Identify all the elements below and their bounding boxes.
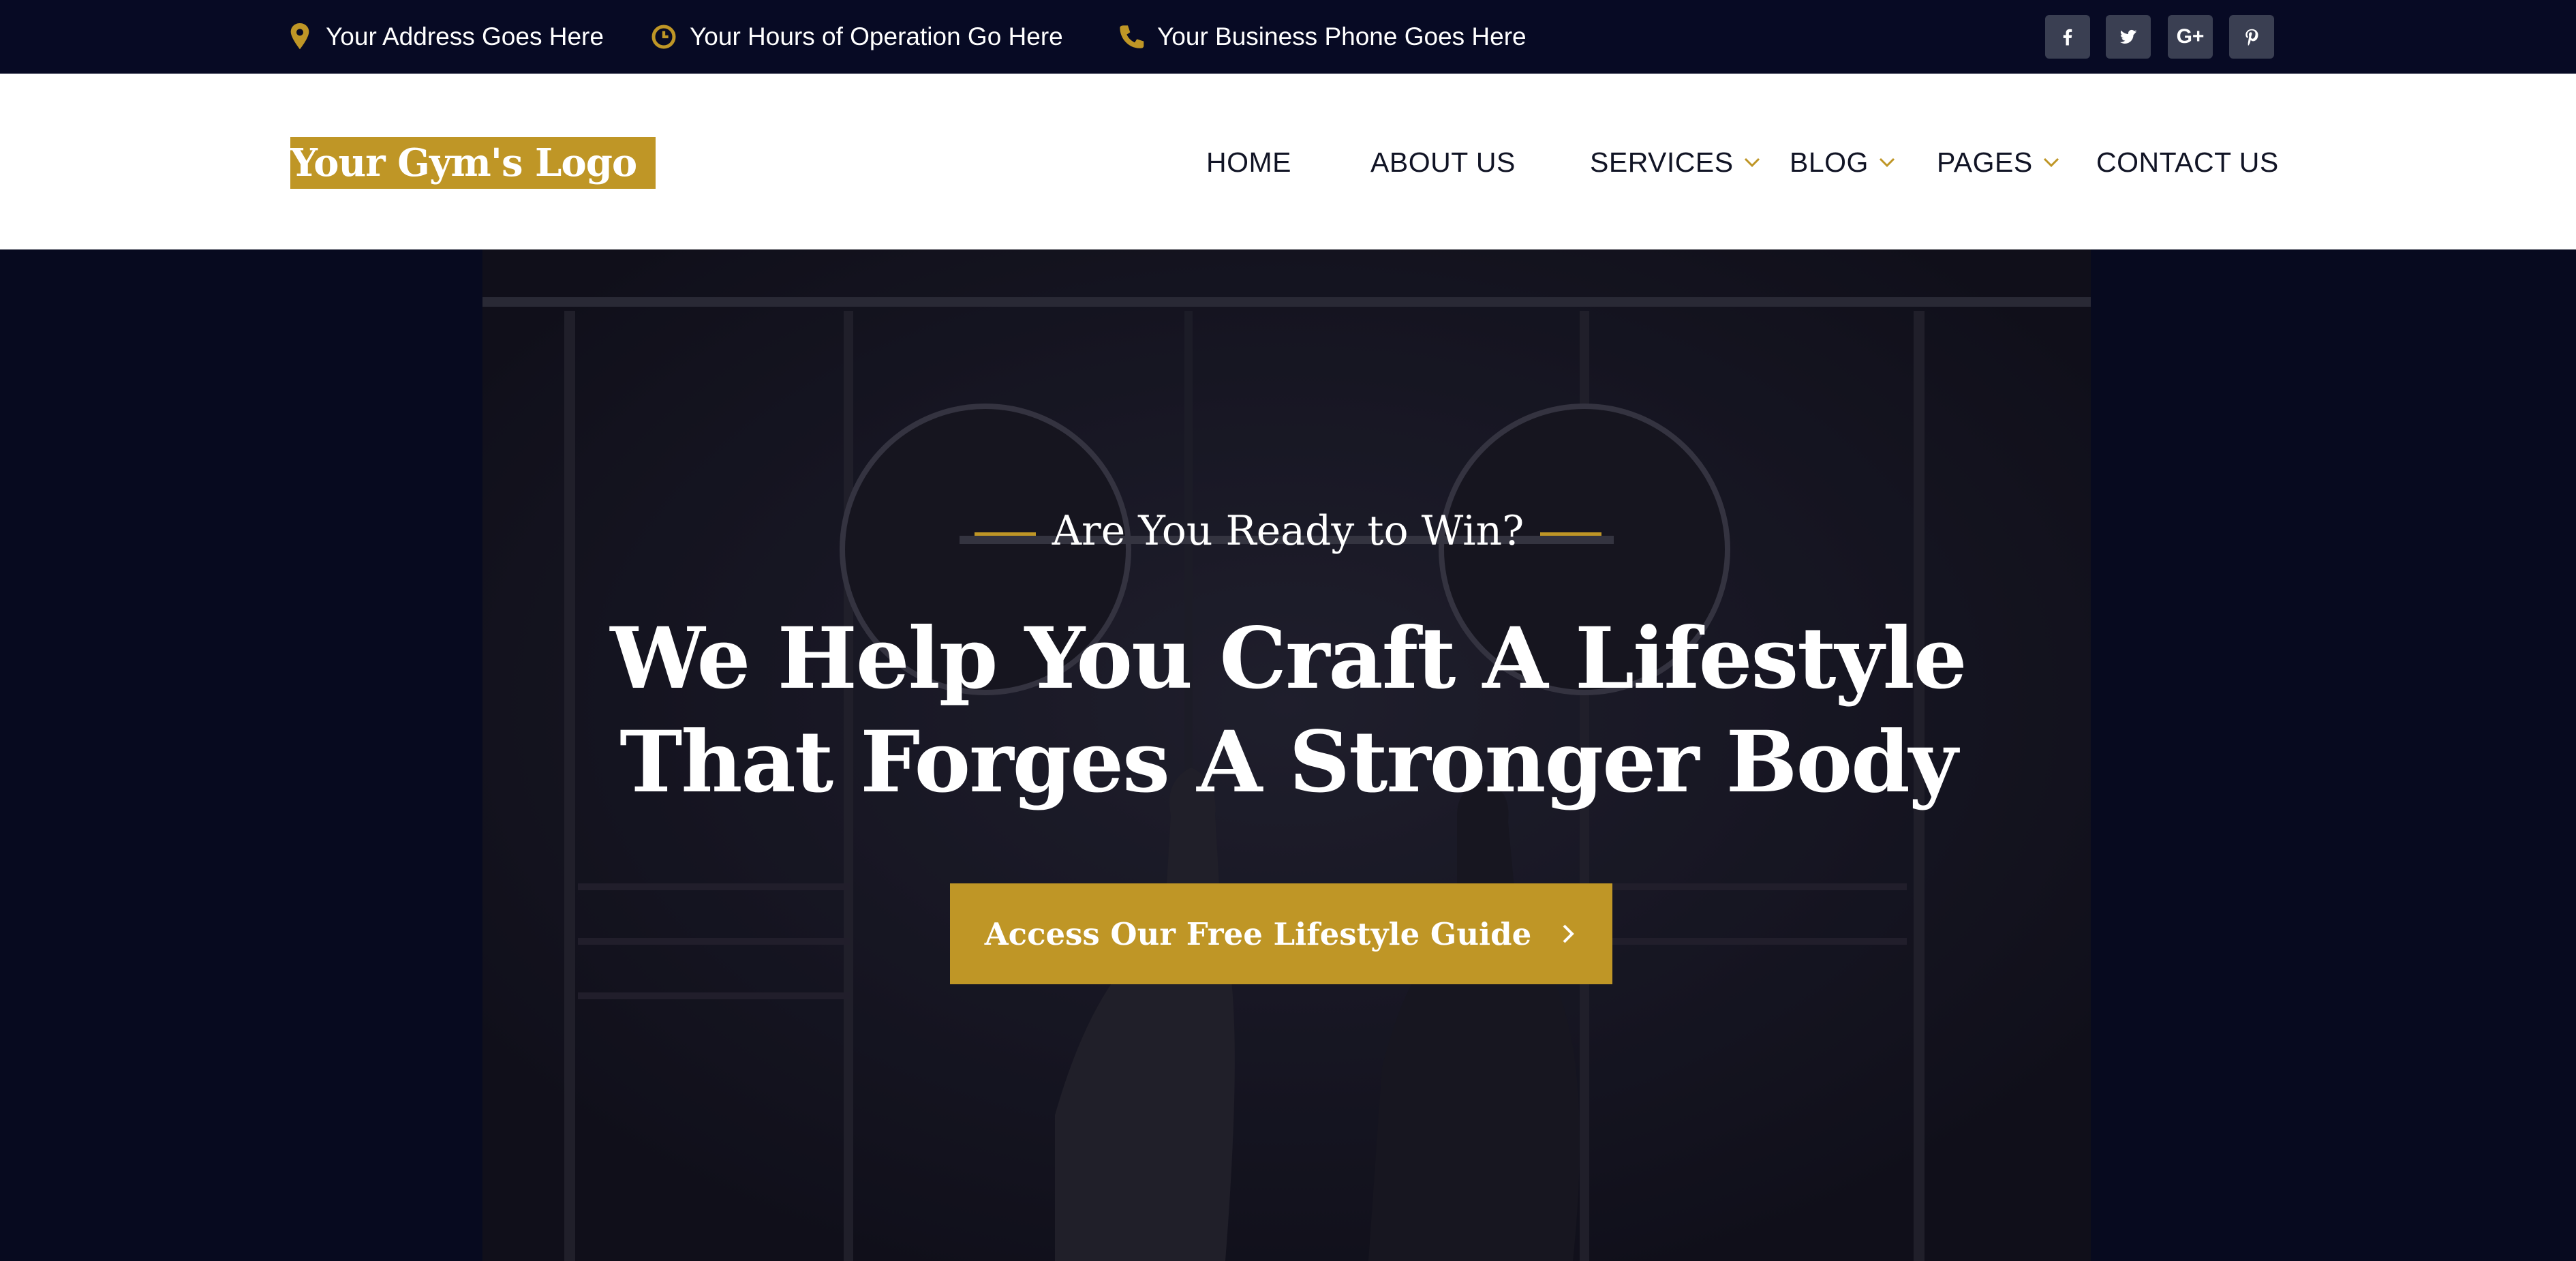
clock-icon	[651, 25, 676, 49]
hero-section: Are You Ready to Win? We Help You Craft …	[0, 249, 2576, 1261]
chevron-right-icon	[1563, 924, 1575, 943]
chevron-down-icon	[1744, 157, 1760, 168]
nav-home[interactable]: HOME	[1206, 142, 1291, 183]
nav-pages-label: PAGES	[1937, 146, 2033, 178]
nav-contact-us[interactable]: CONTACT US	[2096, 142, 2279, 183]
headline-line-1: We Help You Craft A Lifestyle	[610, 609, 1967, 708]
hours-info: Your Hours of Operation Go Here	[650, 0, 1063, 74]
main-header: Your Gym's Logo HOME ABOUT US SERVICES B…	[0, 74, 2576, 249]
headline-line-2: That Forges A Stronger Body	[619, 713, 1958, 812]
phone-text: Your Business Phone Goes Here	[1157, 22, 1527, 50]
site-logo[interactable]: Your Gym's Logo	[290, 137, 656, 189]
pinterest-icon	[2245, 29, 2258, 46]
google-plus-link[interactable]: G+	[2168, 15, 2213, 59]
hero-eyebrow: Are You Ready to Win?	[0, 507, 2576, 555]
twitter-link[interactable]	[2106, 15, 2151, 59]
eyebrow-line-right	[1540, 532, 1602, 536]
nav-blog-label: BLOG	[1790, 146, 1869, 178]
phone-icon	[1120, 25, 1144, 48]
twitter-icon	[2120, 29, 2137, 44]
nav-services-label: SERVICES	[1590, 146, 1734, 178]
chevron-down-icon	[1879, 157, 1895, 168]
phone-info: Your Business Phone Goes Here	[1118, 0, 1527, 74]
nav-blog[interactable]: BLOG	[1790, 142, 1896, 183]
eyebrow-text: Are You Ready to Win?	[1052, 507, 1524, 555]
chevron-down-icon	[2043, 157, 2059, 168]
nav-services[interactable]: SERVICES	[1590, 142, 1761, 183]
address-text: Your Address Goes Here	[326, 22, 604, 50]
nav-contact-label: CONTACT US	[2096, 146, 2279, 178]
google-plus-icon: G+	[2176, 25, 2205, 48]
hero-headline: We Help You Craft A Lifestyle That Forge…	[0, 607, 2576, 815]
free-guide-button[interactable]: Access Our Free Lifestyle Guide	[950, 883, 1612, 984]
top-info-bar: Your Address Goes Here Your Hours of Ope…	[0, 0, 2576, 74]
nav-home-label: HOME	[1206, 146, 1291, 178]
nav-about-us[interactable]: ABOUT US	[1370, 142, 1516, 183]
pinterest-link[interactable]	[2229, 15, 2274, 59]
map-pin-icon	[290, 23, 309, 50]
facebook-link[interactable]	[2045, 15, 2090, 59]
nav-about-label: ABOUT US	[1370, 146, 1516, 178]
eyebrow-line-left	[974, 532, 1036, 536]
nav-pages[interactable]: PAGES	[1937, 142, 2060, 183]
cta-label: Access Our Free Lifestyle Guide	[984, 915, 1532, 952]
address-info: Your Address Goes Here	[286, 0, 604, 74]
facebook-icon	[2063, 29, 2072, 46]
hours-text: Your Hours of Operation Go Here	[690, 22, 1063, 50]
